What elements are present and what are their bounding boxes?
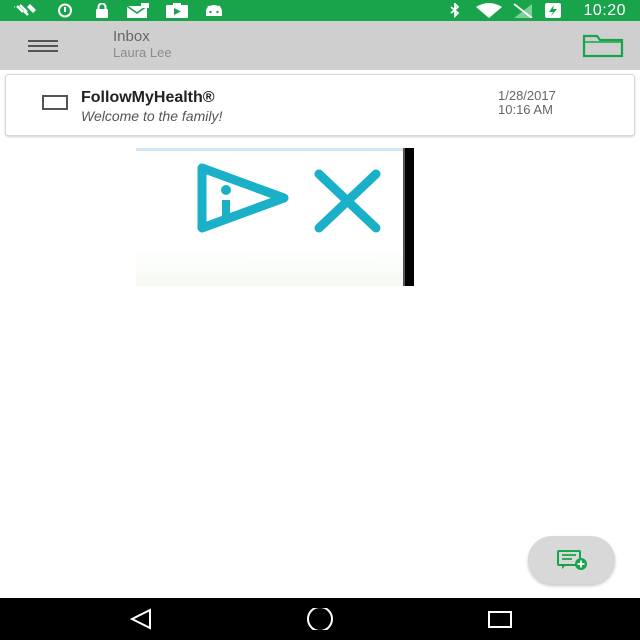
video-icon [165, 3, 189, 18]
lock-icon [94, 3, 110, 18]
app-bar: Inbox Laura Lee [0, 21, 640, 70]
message-checkbox[interactable] [42, 95, 68, 110]
no-satellite-icon: ʳ [14, 3, 40, 18]
hamburger-line [28, 50, 58, 52]
folder-icon [582, 34, 624, 58]
message-subject: Welcome to the family! [81, 108, 223, 124]
status-time: 10:20 [583, 2, 626, 19]
home-icon [307, 608, 333, 630]
menu-button[interactable] [28, 37, 60, 55]
navigation-bar [0, 598, 640, 640]
status-bar: ʳ 10:20 [0, 0, 640, 21]
page-subtitle: Laura Lee [113, 45, 172, 60]
home-button[interactable] [305, 607, 335, 631]
no-sim-icon [512, 3, 534, 18]
android-icon [204, 3, 224, 18]
recents-button[interactable] [485, 607, 515, 631]
page-title: Inbox [113, 28, 150, 45]
folder-button[interactable] [582, 34, 624, 58]
battery-charging-icon [544, 3, 562, 18]
followmyhealth-logo-icon [197, 163, 381, 233]
message-logo-image [136, 148, 414, 286]
mail-icon [126, 3, 150, 18]
message-date: 1/28/2017 [498, 88, 556, 103]
back-icon [129, 608, 151, 630]
wifi-icon [475, 3, 503, 18]
hamburger-line [28, 45, 58, 47]
svg-text:ʳ: ʳ [14, 5, 16, 12]
image-border [405, 148, 414, 286]
title-block: Inbox Laura Lee [113, 28, 172, 60]
recents-icon [488, 611, 512, 628]
compose-message-button[interactable] [528, 536, 615, 584]
compose-message-icon [556, 550, 587, 570]
back-button[interactable] [126, 607, 156, 631]
message-list-item[interactable]: FollowMyHealth® Welcome to the family! 1… [5, 74, 635, 136]
bluetooth-icon [448, 3, 462, 18]
message-time: 10:16 AM [498, 102, 553, 117]
screen: ʳ 10:20 Inbox Laura Lee FollowMyHealth® … [0, 0, 640, 640]
message-sender: FollowMyHealth® [81, 89, 215, 106]
image-top-line [136, 148, 404, 151]
image-fade [136, 248, 404, 286]
hamburger-menu-icon [28, 40, 58, 42]
alarm-icon [56, 3, 74, 18]
